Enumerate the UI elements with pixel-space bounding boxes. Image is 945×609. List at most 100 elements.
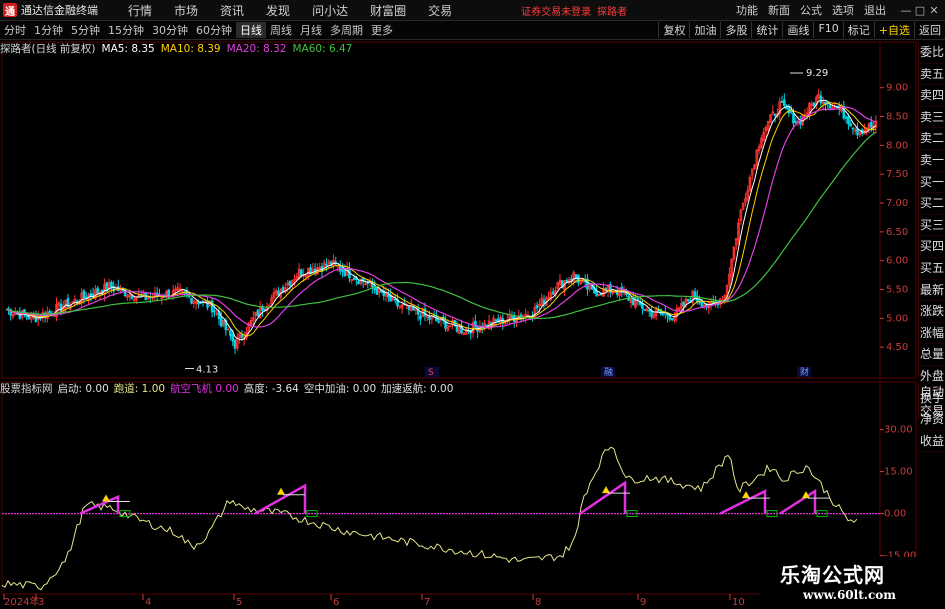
candle-down: [785, 106, 788, 110]
ma60-label: MA60:: [292, 42, 326, 55]
side-ask1[interactable]: 卖一: [919, 150, 945, 172]
flight-ramp: [719, 489, 767, 515]
event-marker: 融: [604, 367, 613, 378]
candle-down: [263, 308, 267, 311]
date-axis-label: 3: [38, 597, 44, 608]
feiji-label: 航空飞机: [170, 383, 213, 395]
candle-down: [82, 290, 86, 299]
candle-down: [231, 334, 235, 342]
candle-down: [494, 319, 498, 322]
side-trade[interactable]: 交易: [919, 402, 945, 421]
fanhang-readout: 加速返航: 0.00: [381, 381, 453, 396]
plane-marker-icon: [742, 491, 750, 499]
low-price-label: 4.13: [196, 365, 218, 376]
candle-down: [542, 299, 546, 305]
candle-down: [780, 101, 784, 103]
feiji-readout: 航空飞机 0.00: [170, 381, 239, 396]
candle-down: [229, 330, 232, 337]
side-ask2[interactable]: 卖二: [919, 128, 945, 150]
candle-down: [213, 310, 216, 313]
side-last[interactable]: 最新: [919, 280, 945, 302]
candle-down: [357, 281, 360, 284]
candle-down: [682, 301, 685, 307]
side-bid2[interactable]: 买二: [919, 193, 945, 215]
candle-down: [407, 305, 411, 310]
candle-down: [670, 318, 674, 321]
candle-down: [510, 316, 514, 318]
candle-down: [27, 315, 31, 320]
candle-down: [773, 113, 777, 117]
indicator-axis-label: 30.00: [884, 425, 913, 436]
price-axis-label: 4.50: [886, 342, 908, 353]
side-change-pct[interactable]: 涨幅: [919, 323, 945, 345]
candle-down: [641, 303, 644, 309]
flight-ramp: [779, 488, 817, 515]
ma20-label: MA20:: [226, 42, 260, 55]
candle-down: [792, 112, 795, 124]
watermark-url: www.60lt.com: [803, 588, 896, 602]
side-change[interactable]: 涨跌: [919, 301, 945, 323]
candle-down: [686, 299, 690, 302]
candle-down: [565, 279, 569, 283]
price-axis-label: 7.50: [886, 169, 908, 180]
indicator-axis-label: 0.00: [884, 509, 906, 520]
candle-down: [812, 102, 816, 107]
candle-down: [869, 121, 873, 128]
candle-down: [849, 123, 852, 127]
stock-name: 探路者(日线 前复权): [0, 43, 96, 55]
candle-down: [574, 274, 578, 278]
ma10-label: MA10:: [160, 42, 194, 55]
jiayou-label: 空中加油:: [303, 383, 350, 395]
candle-down: [300, 269, 303, 276]
candle-down: [570, 278, 573, 281]
candle-down: [661, 313, 665, 316]
side-bid4[interactable]: 买四: [919, 236, 945, 258]
candle-down: [844, 117, 848, 119]
candle-down: [643, 309, 647, 311]
side-bid5[interactable]: 买五: [919, 258, 945, 280]
side-bid1[interactable]: 买一: [919, 172, 945, 194]
candle-down: [647, 309, 651, 312]
ma60-line: [6, 131, 877, 319]
gaodu-label: 高度:: [243, 383, 269, 395]
auto-trade-panel: 自动 交易: [918, 383, 945, 421]
paodao-value: 1.00: [141, 383, 166, 395]
indicator-line: [1, 446, 858, 591]
tool-back[interactable]: 返回: [914, 22, 945, 38]
ma5-label: MA5:: [101, 42, 128, 55]
gaodu-readout: 高度: -3.64: [244, 381, 299, 396]
ma60-readout: MA60: 6.47: [292, 43, 352, 55]
candle-down: [668, 315, 672, 320]
candle-down: [782, 99, 786, 107]
side-ask5[interactable]: 卖五: [919, 64, 945, 86]
candle-down: [847, 116, 850, 125]
ma10-value: 8.39: [197, 42, 221, 55]
side-volume[interactable]: 总量: [919, 344, 945, 366]
price-axis-label: 7.00: [886, 198, 908, 209]
price-axis-label: 6.50: [886, 227, 908, 238]
paodao-label: 跑道:: [113, 383, 139, 395]
candle-down: [419, 315, 422, 320]
side-bid3[interactable]: 买三: [919, 215, 945, 237]
paodao-readout: 跑道: 1.00: [114, 381, 165, 396]
indicator-name: 股票指标网: [0, 383, 53, 395]
date-axis-label: 5: [236, 597, 242, 608]
ma20-readout: MA20: 8.32: [227, 43, 287, 55]
candle-down: [700, 302, 704, 307]
side-auto[interactable]: 自动: [919, 383, 945, 402]
quote-side-panel: 委比 卖五 卖四 卖三 卖二 卖一 买一 买二 买三 买四 买五 最新 涨跌 涨…: [918, 42, 945, 453]
side-eps[interactable]: 收益: [919, 431, 945, 453]
candle-down: [219, 317, 223, 327]
side-weibi[interactable]: 委比: [919, 42, 945, 64]
date-axis-label: 9: [640, 597, 646, 608]
side-ask4[interactable]: 卖四: [919, 85, 945, 107]
date-axis-label: 4: [145, 597, 151, 608]
candle-down: [325, 264, 328, 266]
candle-down: [288, 280, 292, 286]
candle-down: [636, 297, 640, 300]
side-ask3[interactable]: 卖三: [919, 107, 945, 129]
close-icon[interactable]: ✕: [927, 4, 941, 17]
kline-chart[interactable]: 9.00 8.50 8.00 7.50 7.00 6.50 6.00 5.50 5.00 4.50…: [0, 0, 918, 609]
indicator-legend: 股票指标网 启动: 0.00 跑道: 1.00 航空飞机 0.00 高度: -3…: [0, 382, 458, 395]
price-axis-label: 8.00: [886, 140, 908, 151]
